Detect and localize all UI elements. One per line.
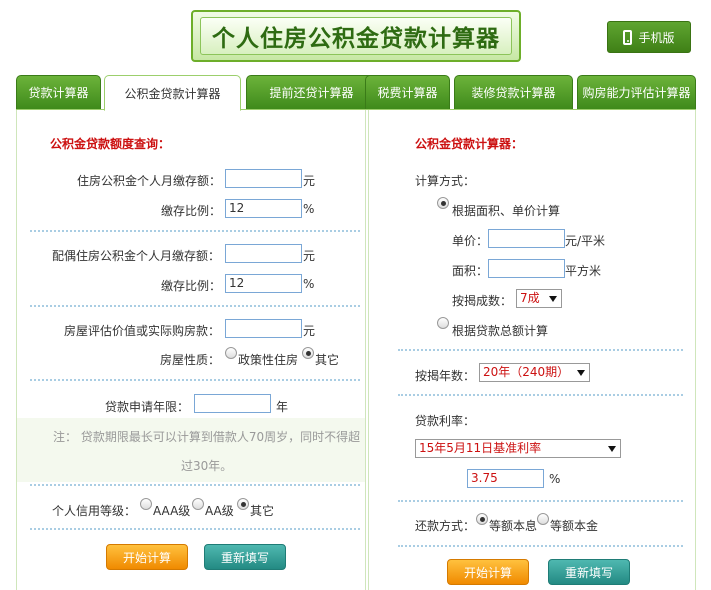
repay-equal-principal-radio[interactable] (537, 513, 549, 525)
note-line-2: 过30年。 (181, 459, 233, 473)
divider (30, 484, 360, 486)
quota-reset-button[interactable]: 重新填写 (204, 544, 286, 570)
nature-policy-radio[interactable] (225, 347, 237, 359)
divider (398, 349, 683, 351)
spouse-deposit-input[interactable] (225, 244, 302, 263)
tab-provident-fund-calculator[interactable]: 公积金贷款计算器 (104, 75, 241, 111)
tab-tax-calculator[interactable]: 税费计算器 (365, 75, 450, 109)
repay-equal-installment-radio[interactable] (476, 513, 488, 525)
note-line-1: 注： 贷款期限最长可以计算到借款人70周岁，同时不得超 (53, 430, 361, 444)
price-input[interactable] (488, 229, 565, 248)
loan-start-button[interactable]: 开始计算 (447, 559, 529, 585)
method-total-label: 根据贷款总额计算 (452, 324, 549, 338)
area-label: 面积： (452, 264, 489, 278)
interest-rate-select[interactable]: 15年5月11日基准利率 (415, 439, 621, 458)
price-unit: 元/平米 (565, 234, 606, 248)
mortgage-ratio-value: 7成 (520, 291, 540, 305)
house-nature-label: 房屋性质： (160, 353, 221, 367)
mobile-version-label: 手机版 (638, 30, 675, 45)
loan-section-title: 公积金贷款计算器： (415, 137, 524, 151)
mobile-version-button[interactable]: 手机版 (607, 21, 691, 53)
spouse-rate-unit: % (303, 277, 315, 291)
loan-term-label: 贷款申请年限： (105, 400, 190, 414)
mortgage-years-value: 20年（240期） (483, 365, 570, 379)
interest-rate-input[interactable]: 3.75 (467, 469, 544, 488)
divider (398, 545, 683, 547)
divider (30, 379, 360, 381)
personal-deposit-unit: 元 (303, 174, 316, 188)
area-input[interactable] (488, 259, 565, 278)
quota-start-button[interactable]: 开始计算 (106, 544, 188, 570)
loan-term-input[interactable] (194, 394, 271, 413)
tab-affordability-calculator[interactable]: 购房能力评估计算器 (577, 75, 696, 109)
tab-renovation-loan-calculator[interactable]: 装修贷款计算器 (454, 75, 573, 109)
interest-rate-label: 贷款利率： (415, 414, 476, 428)
mortgage-ratio-select[interactable]: 7成 (516, 289, 562, 308)
rate-unit: % (303, 202, 315, 216)
phone-icon (623, 29, 633, 45)
spouse-rate-input[interactable]: 12 (225, 274, 302, 293)
method-total-radio[interactable] (437, 317, 449, 329)
spouse-deposit-unit: 元 (303, 249, 316, 263)
repay-equal-installment-label: 等额本息 (489, 519, 538, 533)
divider (30, 305, 360, 307)
personal-deposit-input[interactable] (225, 169, 302, 188)
nature-other-radio[interactable] (302, 347, 314, 359)
nature-other-label: 其它 (315, 353, 340, 367)
interest-rate-unit: % (549, 472, 561, 486)
repay-equal-principal-label: 等额本金 (550, 519, 599, 533)
chevron-down-icon (577, 370, 585, 376)
method-area-label: 根据面积、单价计算 (452, 204, 561, 218)
method-label: 计算方式： (415, 174, 476, 188)
interest-rate-select-value: 15年5月11日基准利率 (419, 441, 542, 455)
spouse-rate-label: 缴存比例： (161, 279, 222, 293)
mortgage-years-select[interactable]: 20年（240期） (479, 363, 590, 382)
price-label: 单价： (452, 234, 489, 248)
credit-aa-label: AA级 (205, 504, 234, 518)
tab-loan-calculator[interactable]: 贷款计算器 (16, 75, 101, 109)
tab-prepayment-calculator[interactable]: 提前还贷计算器 (246, 75, 377, 109)
page-title: 个人住房公积金贷款计算器 (200, 17, 512, 55)
method-area-radio[interactable] (437, 197, 449, 209)
chevron-down-icon (608, 446, 616, 452)
repayment-method-label: 还款方式： (415, 519, 476, 533)
divider (30, 230, 360, 232)
credit-aa-radio[interactable] (192, 498, 204, 510)
mortgage-years-label: 按揭年数： (415, 369, 476, 383)
house-value-unit: 元 (303, 324, 316, 338)
house-value-label: 房屋评估价值或实际购房款： (64, 324, 221, 338)
credit-aaa-label: AAA级 (153, 504, 191, 518)
rate-label: 缴存比例： (161, 204, 222, 218)
divider (398, 394, 683, 396)
loan-term-unit: 年 (276, 400, 289, 414)
chevron-down-icon (549, 296, 557, 302)
credit-other-label: 其它 (250, 504, 275, 518)
area-unit: 平方米 (565, 264, 602, 278)
personal-deposit-label: 住房公积金个人月缴存额： (77, 174, 222, 188)
loan-reset-button[interactable]: 重新填写 (548, 559, 630, 585)
divider (398, 500, 683, 502)
credit-other-radio[interactable] (237, 498, 249, 510)
house-value-input[interactable] (225, 319, 302, 338)
nature-policy-label: 政策性住房 (238, 353, 299, 367)
mortgage-ratio-label: 按揭成数： (452, 294, 513, 308)
divider (30, 528, 360, 530)
credit-level-label: 个人信用等级： (52, 504, 137, 518)
quota-section-title: 公积金贷款额度查询： (50, 137, 171, 151)
credit-aaa-radio[interactable] (140, 498, 152, 510)
spouse-deposit-label: 配偶住房公积金个人月缴存额： (52, 249, 221, 263)
rate-input[interactable]: 12 (225, 199, 302, 218)
title-banner: 个人住房公积金贷款计算器 (191, 10, 521, 62)
